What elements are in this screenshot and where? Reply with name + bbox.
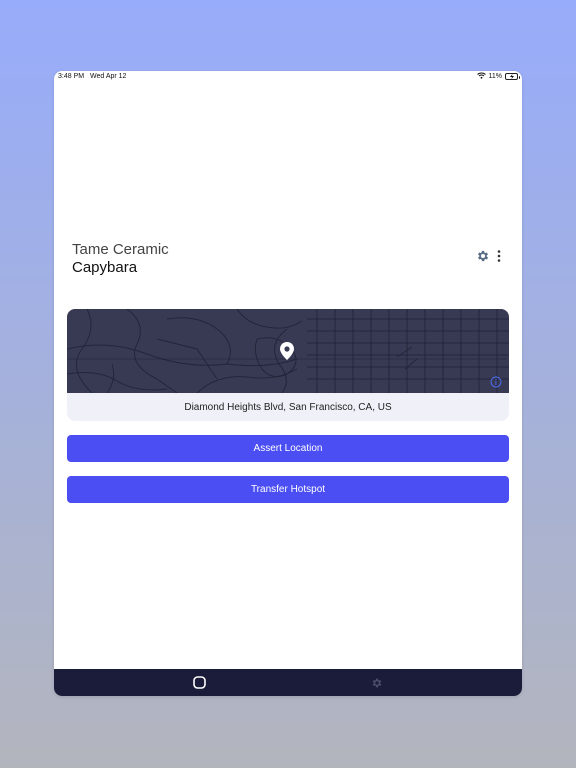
hotspot-name-line2: Capybara (72, 259, 138, 276)
settings-icon[interactable] (362, 669, 392, 696)
status-date: Wed Apr 12 (90, 73, 127, 80)
map-view[interactable] (67, 309, 509, 394)
wifi-icon (476, 72, 486, 81)
location-card: Diamond Heights Blvd, San Francisco, CA,… (67, 309, 509, 421)
battery-charging-icon (505, 73, 520, 80)
status-bar: 3:48 PM Wed Apr 12 11% (54, 71, 522, 83)
app-window: 3:48 PM Wed Apr 12 11% Tame Ceramic Capy… (54, 71, 522, 696)
tab-bar (54, 669, 522, 696)
header-actions (476, 249, 502, 263)
gear-icon[interactable] (476, 249, 490, 263)
status-indicators: 11% (476, 72, 520, 81)
location-pin-icon (280, 342, 294, 365)
transfer-hotspot-button[interactable]: Transfer Hotspot (67, 476, 509, 503)
info-icon[interactable] (490, 375, 502, 393)
location-address: Diamond Heights Blvd, San Francisco, CA,… (184, 401, 392, 413)
status-time: 3:48 PM (58, 73, 85, 80)
hotspot-title: Tame Ceramic Capybara (72, 241, 169, 277)
home-icon[interactable] (184, 669, 214, 696)
more-vertical-icon[interactable] (496, 249, 502, 263)
battery-percent: 11% (488, 73, 503, 80)
hotspot-name-line1: Tame Ceramic (72, 241, 169, 258)
assert-location-button[interactable]: Assert Location (67, 435, 509, 462)
